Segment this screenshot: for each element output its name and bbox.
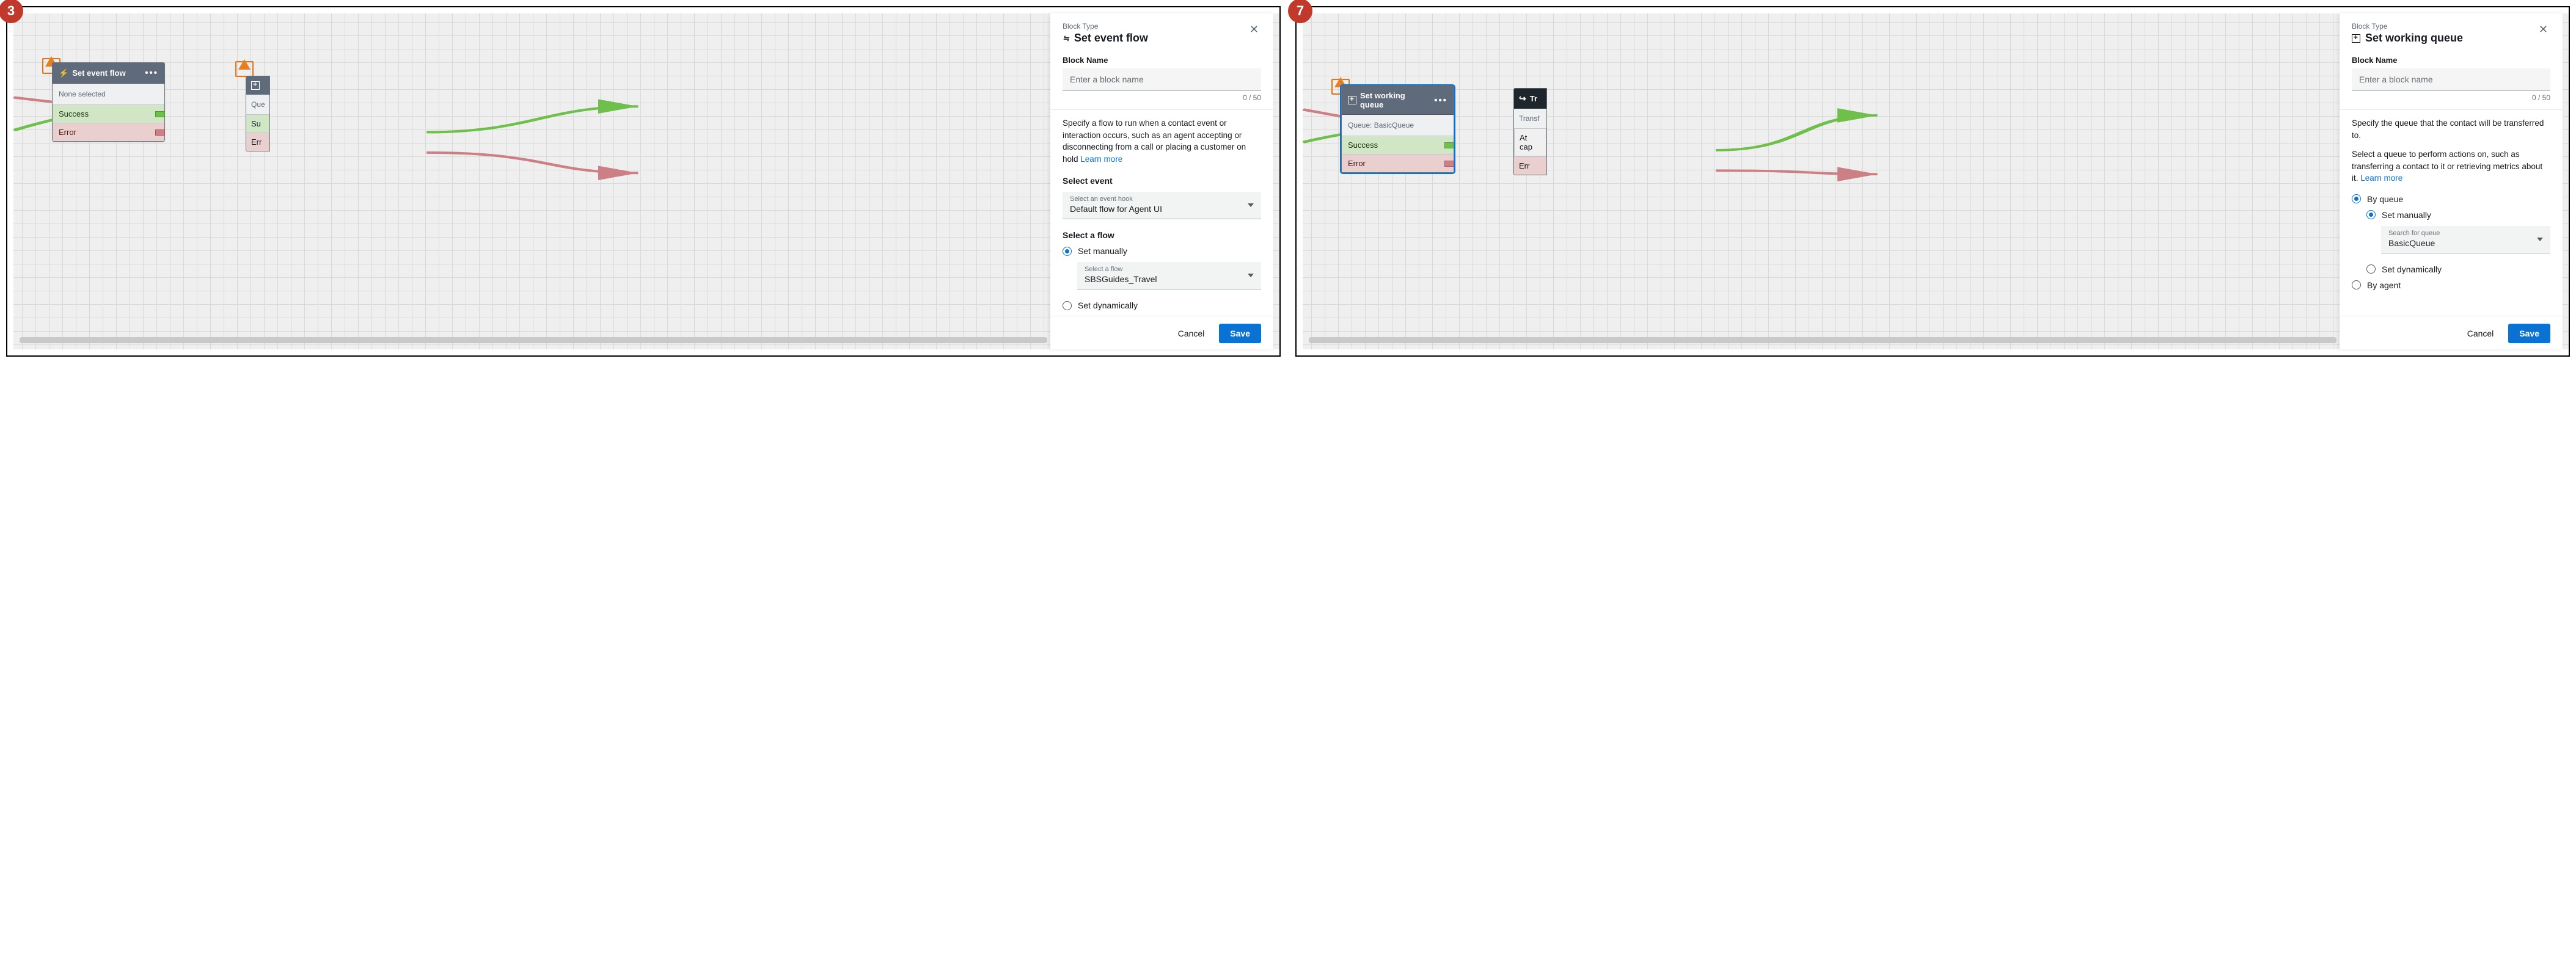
chevron-down-icon bbox=[1248, 274, 1254, 277]
peek-out-error: Err bbox=[246, 133, 269, 151]
queue-icon bbox=[1348, 96, 1356, 104]
learn-more-link[interactable]: Learn more bbox=[1080, 155, 1122, 164]
radio-icon bbox=[2352, 280, 2361, 289]
radio-by-agent[interactable]: By agent bbox=[2352, 280, 2550, 290]
flow-block-transfer-peek[interactable]: Tr Transf At cap Err bbox=[1513, 88, 1547, 175]
scrollbar-horizontal[interactable] bbox=[20, 337, 1047, 343]
radio-icon bbox=[2366, 210, 2376, 219]
close-icon[interactable]: ✕ bbox=[1247, 22, 1261, 37]
block-name-label: Block Name bbox=[2352, 56, 2550, 65]
peek-subtitle: Que bbox=[246, 95, 269, 114]
block-title: Set event flow bbox=[72, 68, 125, 78]
char-counter: 0 / 50 bbox=[1063, 93, 1261, 102]
flow-block-peek[interactable]: Que Su Err bbox=[246, 76, 270, 151]
output-port-success[interactable]: Success bbox=[1342, 136, 1454, 154]
chevron-down-icon bbox=[2537, 238, 2543, 241]
transfer-icon bbox=[1519, 93, 1526, 104]
peek-out-error: Err bbox=[1514, 156, 1546, 175]
save-button[interactable]: Save bbox=[1219, 324, 1261, 343]
radio-icon bbox=[2352, 194, 2361, 203]
block-type-label: Block Type bbox=[1063, 22, 1148, 31]
flow-dropdown[interactable]: Select a flow SBSGuides_Travel bbox=[1077, 262, 1261, 289]
description-text-2: Select a queue to perform actions on, su… bbox=[2352, 148, 2550, 184]
flow-icon bbox=[59, 68, 68, 78]
block-type-label: Block Type bbox=[2352, 22, 2463, 31]
drag-handle-icon[interactable]: ••• bbox=[1434, 95, 1447, 106]
chevron-down-icon bbox=[1248, 203, 1254, 207]
radio-set-dynamically[interactable]: Set dynamically bbox=[1063, 300, 1261, 310]
flow-block-set-working-queue[interactable]: Set working queue ••• Queue: BasicQueue … bbox=[1341, 86, 1454, 173]
radio-icon bbox=[1063, 247, 1072, 256]
radio-set-dynamically[interactable]: Set dynamically bbox=[2366, 264, 2550, 274]
event-hook-dropdown[interactable]: Select an event hook Default flow for Ag… bbox=[1063, 192, 1261, 219]
output-port-success[interactable]: Success bbox=[53, 104, 164, 123]
panel-title: Set working queue bbox=[2365, 32, 2463, 45]
radio-icon bbox=[1063, 301, 1072, 310]
save-button[interactable]: Save bbox=[2508, 324, 2550, 343]
cancel-button[interactable]: Cancel bbox=[1174, 324, 1209, 343]
description-text: Specify a flow to run when a contact eve… bbox=[1063, 117, 1261, 165]
cancel-button[interactable]: Cancel bbox=[2464, 324, 2498, 343]
radio-by-queue[interactable]: By queue bbox=[2352, 194, 2550, 204]
queue-icon bbox=[2352, 34, 2360, 43]
select-event-label: Select event bbox=[1063, 176, 1261, 186]
radio-icon bbox=[2366, 264, 2376, 274]
queue-icon bbox=[251, 81, 260, 90]
select-flow-label: Select a flow bbox=[1063, 230, 1261, 240]
flow-icon: ≒ bbox=[1063, 34, 1069, 43]
scrollbar-horizontal[interactable] bbox=[1309, 337, 2336, 343]
block-name-input[interactable] bbox=[2352, 68, 2550, 91]
panel-title: Set event flow bbox=[1074, 32, 1148, 45]
block-properties-panel: Block Type ≒ Set event flow ✕ Block Name… bbox=[1050, 13, 1273, 349]
learn-more-link[interactable]: Learn more bbox=[2360, 173, 2402, 183]
drag-handle-icon[interactable]: ••• bbox=[145, 68, 158, 78]
output-port-error[interactable]: Error bbox=[1342, 154, 1454, 172]
peek-out-success: Su bbox=[246, 114, 269, 133]
block-name-input[interactable] bbox=[1063, 68, 1261, 91]
block-title: Set working queue bbox=[1360, 91, 1430, 109]
flow-block-set-event-flow[interactable]: Set event flow ••• None selected Success… bbox=[52, 62, 165, 142]
radio-set-manually[interactable]: Set manually bbox=[2366, 210, 2550, 220]
radio-set-manually[interactable]: Set manually bbox=[1063, 246, 1261, 256]
output-port-error[interactable]: Error bbox=[53, 123, 164, 141]
close-icon[interactable]: ✕ bbox=[2536, 22, 2550, 37]
block-subtitle: None selected bbox=[53, 84, 164, 104]
block-properties-panel: Block Type Set working queue ✕ Block Nam… bbox=[2340, 13, 2563, 349]
peek-subtitle: Transf bbox=[1514, 109, 1546, 128]
block-name-label: Block Name bbox=[1063, 56, 1261, 65]
char-counter: 0 / 50 bbox=[2352, 93, 2550, 102]
description-text-1: Specify the queue that the contact will … bbox=[2352, 117, 2550, 141]
peek-out-cap: At cap bbox=[1514, 128, 1546, 156]
queue-dropdown[interactable]: Search for queue BasicQueue bbox=[2381, 226, 2550, 253]
block-subtitle: Queue: BasicQueue bbox=[1342, 115, 1454, 136]
